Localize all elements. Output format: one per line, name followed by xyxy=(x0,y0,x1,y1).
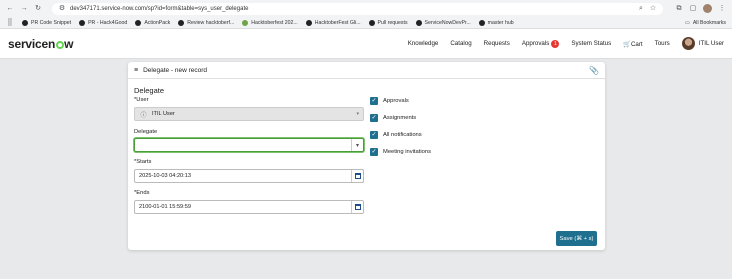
hamburger-icon[interactable]: ≡ xyxy=(134,67,138,74)
nav-system-status[interactable]: System Status xyxy=(571,40,611,47)
user-label: *User xyxy=(134,97,149,103)
nav-tours[interactable]: Tours xyxy=(655,40,670,47)
bookmark-item[interactable]: master hub xyxy=(478,19,514,26)
reload-icon[interactable]: ↻ xyxy=(34,5,42,13)
chevron-down-icon: ▾ xyxy=(356,111,359,117)
user-menu[interactable]: ITIL User xyxy=(681,37,724,50)
checkbox-meeting-invitations[interactable]: ✓ Meeting invitations xyxy=(370,143,431,160)
nav-approvals[interactable]: Approvals 1 xyxy=(521,39,560,48)
starts-value: 2025-10-03 04:20:13 xyxy=(139,173,191,179)
ends-field[interactable]: 2100-01-01 15:59:59 xyxy=(134,200,364,214)
bookmark-star-icon[interactable]: ☆ xyxy=(649,5,657,13)
back-icon[interactable]: ← xyxy=(6,5,14,13)
profile-avatar[interactable] xyxy=(703,4,712,13)
site-info-icon[interactable]: ⚙ xyxy=(58,5,66,13)
bookmark-item[interactable]: HacktoberFest Gli... xyxy=(305,19,361,26)
bookmark-item[interactable]: PR Code Snippet xyxy=(22,19,71,26)
checkbox-checked-icon[interactable]: ✓ xyxy=(370,147,378,156)
attachment-icon[interactable]: 📎 xyxy=(589,66,599,75)
folder-icon: ▭ xyxy=(684,19,690,26)
nav-approvals-label: Approvals xyxy=(521,39,550,47)
starts-field[interactable]: 2025-10-03 04:20:13 xyxy=(134,169,364,183)
card-body: Delegate *User ⓘ ITIL User ▾ Delegate ▾ … xyxy=(128,79,605,250)
nav-cart-label: Cart xyxy=(630,40,643,48)
starts-label: *Starts xyxy=(134,159,152,165)
cart-icon: 🛒 xyxy=(623,40,631,48)
zoom-icon[interactable]: ⌕ xyxy=(637,5,645,13)
bookmark-item[interactable]: Hacktoberfest 202... xyxy=(242,19,298,26)
ends-value: 2100-01-01 15:59:59 xyxy=(139,204,191,210)
all-bookmarks[interactable]: ▭ All Bookmarks xyxy=(685,20,726,26)
menu-kebab-icon[interactable]: ⋮ xyxy=(718,5,726,13)
user-name: ITIL User xyxy=(698,40,724,47)
github-icon xyxy=(79,19,86,26)
checkbox-checked-icon[interactable]: ✓ xyxy=(370,130,378,139)
info-icon[interactable]: ⓘ xyxy=(139,110,148,119)
hacktoberfest-icon xyxy=(242,19,249,26)
avatar xyxy=(681,37,695,50)
bookmark-item[interactable]: PR - Hack4Good xyxy=(79,19,127,26)
checkbox-checked-icon[interactable]: ✓ xyxy=(370,96,378,105)
ends-label: *Ends xyxy=(134,190,150,196)
github-icon xyxy=(178,19,185,26)
apps-grid-icon[interactable]: ⣿ xyxy=(6,19,14,27)
portal-nav: Knowledge Catalog Requests Approvals 1 Sy… xyxy=(408,37,724,50)
github-icon xyxy=(22,19,28,26)
delegate-field[interactable]: ▾ xyxy=(134,138,364,152)
calendar-icon[interactable] xyxy=(351,201,363,213)
github-icon xyxy=(415,19,422,26)
approvals-badge: 1 xyxy=(551,39,560,48)
github-icon xyxy=(135,19,142,26)
github-icon xyxy=(478,19,485,26)
section-title: Delegate xyxy=(134,86,165,95)
chevron-down-icon[interactable]: ▾ xyxy=(351,139,363,151)
user-value: ITIL User xyxy=(152,111,175,117)
url-text: dev347171.service-now.com/sp?id=form&tab… xyxy=(70,5,249,12)
bookmark-item[interactable]: Review hacktoberf... xyxy=(178,19,234,26)
logo-o-icon xyxy=(55,40,64,49)
github-icon xyxy=(368,19,375,26)
bookmark-item[interactable]: ActionPack xyxy=(135,19,170,26)
delegate-label: Delegate xyxy=(134,129,158,135)
portal-header: servicen w Knowledge Catalog Requests App… xyxy=(0,29,732,59)
github-icon xyxy=(305,19,312,26)
notification-checkboxes: ✓ Approvals ✓ Assignments ✓ All notificatio… xyxy=(370,92,431,160)
nav-cart[interactable]: 🛒Cart xyxy=(623,40,642,48)
checkbox-assignments[interactable]: ✓ Assignments xyxy=(370,109,431,126)
bookmark-item[interactable]: ServiceNowDevPr... xyxy=(415,19,471,26)
delegate-form-card: ≡ Delegate - new record 📎 Delegate *User… xyxy=(128,62,605,250)
nav-knowledge[interactable]: Knowledge xyxy=(408,40,439,47)
bookmark-item[interactable]: Pull requests xyxy=(368,19,408,26)
checkbox-approvals[interactable]: ✓ Approvals xyxy=(370,92,431,109)
form-title: Delegate - new record xyxy=(143,66,208,74)
nav-requests[interactable]: Requests xyxy=(484,40,510,47)
checkbox-checked-icon[interactable]: ✓ xyxy=(370,113,378,122)
nav-catalog[interactable]: Catalog xyxy=(450,40,471,47)
save-button[interactable]: Save (⌘ + s) xyxy=(556,231,597,246)
user-field[interactable]: ⓘ ITIL User ▾ xyxy=(134,107,364,121)
forward-icon[interactable]: → xyxy=(20,5,28,13)
bookmarks-bar: ⣿ PR Code Snippet PR - Hack4Good ActionP… xyxy=(0,17,732,29)
calendar-icon[interactable] xyxy=(351,170,363,182)
sidepanel-icon[interactable]: ▢ xyxy=(689,5,697,13)
extensions-icon[interactable]: ⧉ xyxy=(675,5,683,13)
servicenow-logo[interactable]: servicen w xyxy=(8,37,73,51)
card-header: ≡ Delegate - new record 📎 xyxy=(128,62,605,79)
checkbox-all-notifications[interactable]: ✓ All notifications xyxy=(370,126,431,143)
address-bar[interactable]: ⚙ dev347171.service-now.com/sp?id=form&t… xyxy=(52,2,663,15)
browser-toolbar: ← → ↻ ⚙ dev347171.service-now.com/sp?id=… xyxy=(0,0,732,17)
